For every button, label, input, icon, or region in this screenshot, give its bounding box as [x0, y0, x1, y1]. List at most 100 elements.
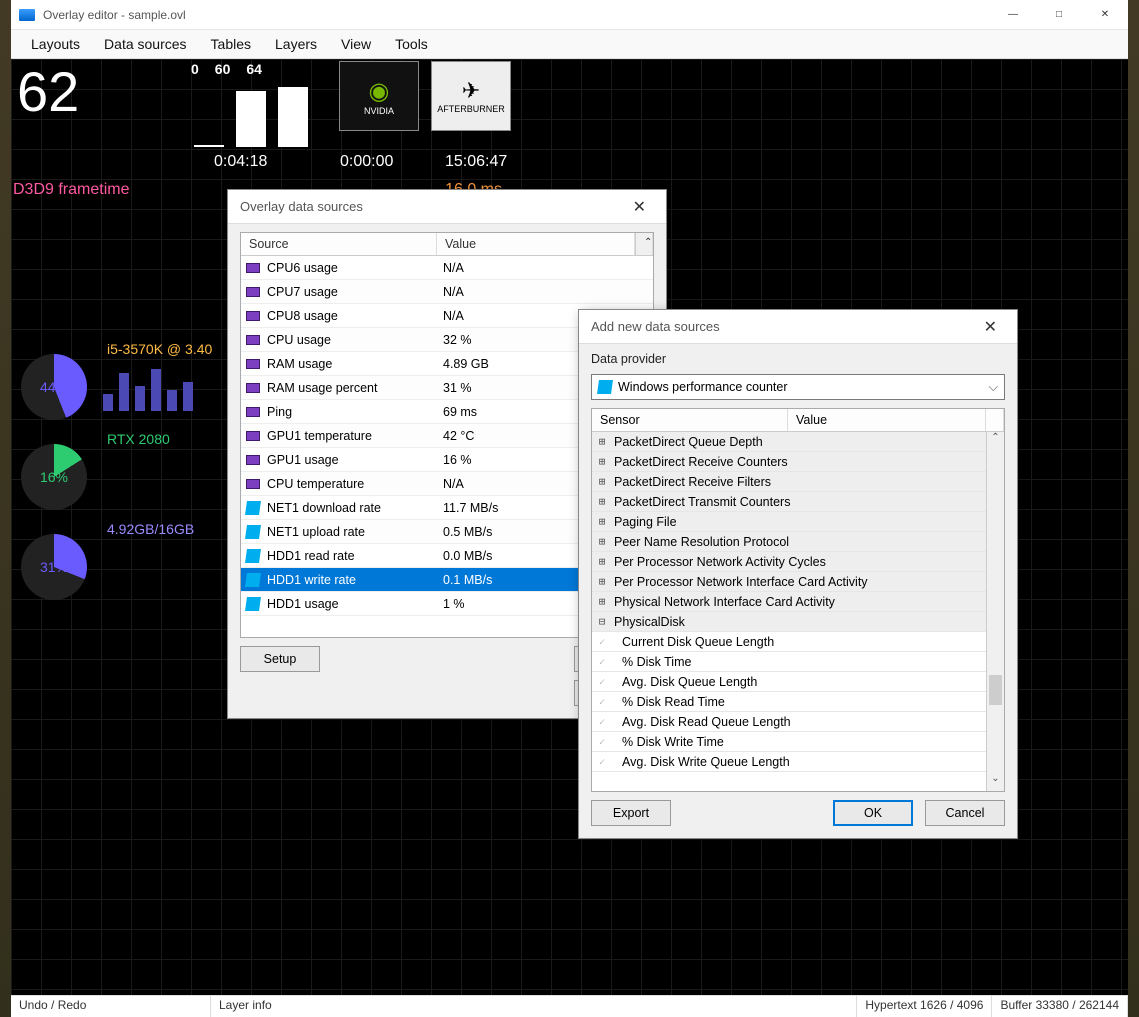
sensor-name: % Disk Read Time	[612, 695, 986, 709]
sensor-name: Avg. Disk Queue Length	[612, 675, 986, 689]
maximize-button[interactable]: □	[1036, 0, 1082, 30]
source-name: RAM usage percent	[265, 381, 437, 395]
setup-button[interactable]: Setup	[240, 646, 320, 672]
col-sensor[interactable]: Sensor	[592, 409, 788, 431]
expand-icon[interactable]: ⊟	[592, 615, 612, 628]
source-name: HDD1 write rate	[265, 573, 437, 587]
sensor-group-row[interactable]: ⊞PacketDirect Transmit Counters	[592, 492, 986, 512]
source-name: RAM usage	[265, 357, 437, 371]
frametime-label[interactable]: D3D9 frametime	[13, 181, 129, 199]
sensor-group-row[interactable]: ⊞PacketDirect Receive Filters	[592, 472, 986, 492]
dialog-ds-close-icon[interactable]: ✕	[625, 193, 654, 221]
cpu-ring-icon	[21, 354, 87, 420]
check-icon[interactable]	[592, 735, 612, 748]
timer-elapsed[interactable]: 0:04:18	[214, 153, 267, 171]
check-icon[interactable]	[592, 715, 612, 728]
ram-gauge[interactable]: 4.92GB/16GB	[11, 527, 231, 607]
expand-icon[interactable]: ⊞	[592, 535, 612, 548]
sensor-group-row[interactable]: ⊞Per Processor Network Activity Cycles	[592, 552, 986, 572]
clock[interactable]: 15:06:47	[445, 153, 507, 171]
dialog-add-close-icon[interactable]: ✕	[976, 313, 1005, 341]
menu-tools[interactable]: Tools	[383, 32, 440, 56]
bar-chart[interactable]	[194, 87, 308, 147]
dialog-ds-titlebar[interactable]: Overlay data sources ✕	[228, 190, 666, 224]
expand-icon[interactable]: ⊞	[592, 455, 612, 468]
sensor-child-row[interactable]: Current Disk Queue Length	[592, 632, 986, 652]
col-value[interactable]: Value	[437, 233, 635, 255]
close-button[interactable]: ✕	[1082, 0, 1128, 30]
data-source-row[interactable]: CPU6 usageN/A	[241, 256, 653, 280]
dialog-add-titlebar[interactable]: Add new data sources ✕	[579, 310, 1017, 344]
cpu-gauge[interactable]: i5-3570K @ 3.40	[11, 347, 231, 427]
chip-icon	[241, 263, 265, 273]
add-cancel-button[interactable]: Cancel	[925, 800, 1005, 826]
sensor-name: PacketDirect Transmit Counters	[612, 495, 986, 509]
cpu-label: i5-3570K @ 3.40	[107, 341, 212, 357]
gpu-gauge[interactable]: RTX 2080	[11, 437, 231, 517]
scroll-up-icon[interactable]: ⌃	[987, 432, 1004, 450]
sensor-name: Per Processor Network Activity Cycles	[612, 555, 986, 569]
sensor-child-row[interactable]: % Disk Time	[592, 652, 986, 672]
sensor-child-row[interactable]: % Disk Write Time	[592, 732, 986, 752]
expand-icon[interactable]: ⊞	[592, 435, 612, 448]
check-icon[interactable]	[592, 635, 612, 648]
expand-icon[interactable]: ⊞	[592, 575, 612, 588]
chip-icon	[241, 287, 265, 297]
fps-counter[interactable]: 62	[11, 59, 85, 124]
source-name: NET1 download rate	[265, 501, 437, 515]
dialog-add-title: Add new data sources	[591, 319, 720, 334]
menu-datasources[interactable]: Data sources	[92, 32, 198, 56]
minimize-button[interactable]: —	[990, 0, 1036, 30]
expand-icon[interactable]: ⊞	[592, 555, 612, 568]
status-undo[interactable]: Undo / Redo	[11, 996, 211, 1017]
source-name: CPU temperature	[265, 477, 437, 491]
sensor-group-row[interactable]: ⊞Physical Network Interface Card Activit…	[592, 592, 986, 612]
col-source[interactable]: Source	[241, 233, 437, 255]
menu-layouts[interactable]: Layouts	[19, 32, 92, 56]
sensor-name: PacketDirect Receive Filters	[612, 475, 986, 489]
source-name: Ping	[265, 405, 437, 419]
menu-tables[interactable]: Tables	[199, 32, 263, 56]
chip-icon	[241, 479, 265, 489]
expand-icon[interactable]: ⊞	[592, 475, 612, 488]
col-sensor-value[interactable]: Value	[788, 409, 986, 431]
sensor-group-row[interactable]: ⊞Paging File	[592, 512, 986, 532]
source-name: CPU6 usage	[265, 261, 437, 275]
add-ok-button[interactable]: OK	[833, 800, 913, 826]
scroll-down-icon[interactable]: ⌄	[987, 773, 1004, 791]
expand-icon[interactable]: ⊞	[592, 515, 612, 528]
titlebar[interactable]: Overlay editor - sample.ovl — □ ✕	[11, 0, 1128, 30]
check-icon[interactable]	[592, 695, 612, 708]
export-button[interactable]: Export	[591, 800, 671, 826]
menu-layers[interactable]: Layers	[263, 32, 329, 56]
status-buffer: Buffer 33380 / 262144	[992, 996, 1128, 1017]
sensor-child-row[interactable]: Avg. Disk Queue Length	[592, 672, 986, 692]
sensor-child-row[interactable]: % Disk Read Time	[592, 692, 986, 712]
expand-icon[interactable]: ⊞	[592, 595, 612, 608]
scroll-up-icon[interactable]: ⌃	[635, 233, 653, 255]
menu-view[interactable]: View	[329, 32, 383, 56]
sensor-group-row[interactable]: ⊞Peer Name Resolution Protocol	[592, 532, 986, 552]
sensor-child-row[interactable]: Avg. Disk Read Queue Length	[592, 712, 986, 732]
check-icon[interactable]	[592, 675, 612, 688]
check-icon[interactable]	[592, 655, 612, 668]
scroll-thumb[interactable]	[989, 675, 1002, 705]
afterburner-logo[interactable]: ✈AFTERBURNER	[431, 61, 511, 131]
provider-dropdown[interactable]: Windows performance counter	[591, 374, 1005, 400]
sensor-child-row[interactable]: Avg. Disk Write Queue Length	[592, 752, 986, 772]
sensor-group-row[interactable]: ⊞Per Processor Network Interface Card Ac…	[592, 572, 986, 592]
tree-scrollbar[interactable]: ⌃ ⌄	[986, 432, 1004, 791]
timer-zero[interactable]: 0:00:00	[340, 153, 393, 171]
check-icon[interactable]	[592, 755, 612, 768]
sensor-group-row[interactable]: ⊞PacketDirect Receive Counters	[592, 452, 986, 472]
sensor-group-row[interactable]: ⊟PhysicalDisk	[592, 612, 986, 632]
data-source-row[interactable]: CPU7 usageN/A	[241, 280, 653, 304]
overlay-canvas[interactable]: 62 0 60 64 0:04:18 0:00:00 15:06:47 ◉NVI…	[11, 59, 1128, 995]
windows-icon	[597, 380, 613, 394]
nvidia-logo[interactable]: ◉NVIDIA	[339, 61, 419, 131]
sensor-group-row[interactable]: ⊞PacketDirect Queue Depth	[592, 432, 986, 452]
status-layer[interactable]: Layer info	[211, 996, 857, 1017]
source-value: N/A	[437, 261, 653, 275]
expand-icon[interactable]: ⊞	[592, 495, 612, 508]
sensor-name: Per Processor Network Interface Card Act…	[612, 575, 986, 589]
